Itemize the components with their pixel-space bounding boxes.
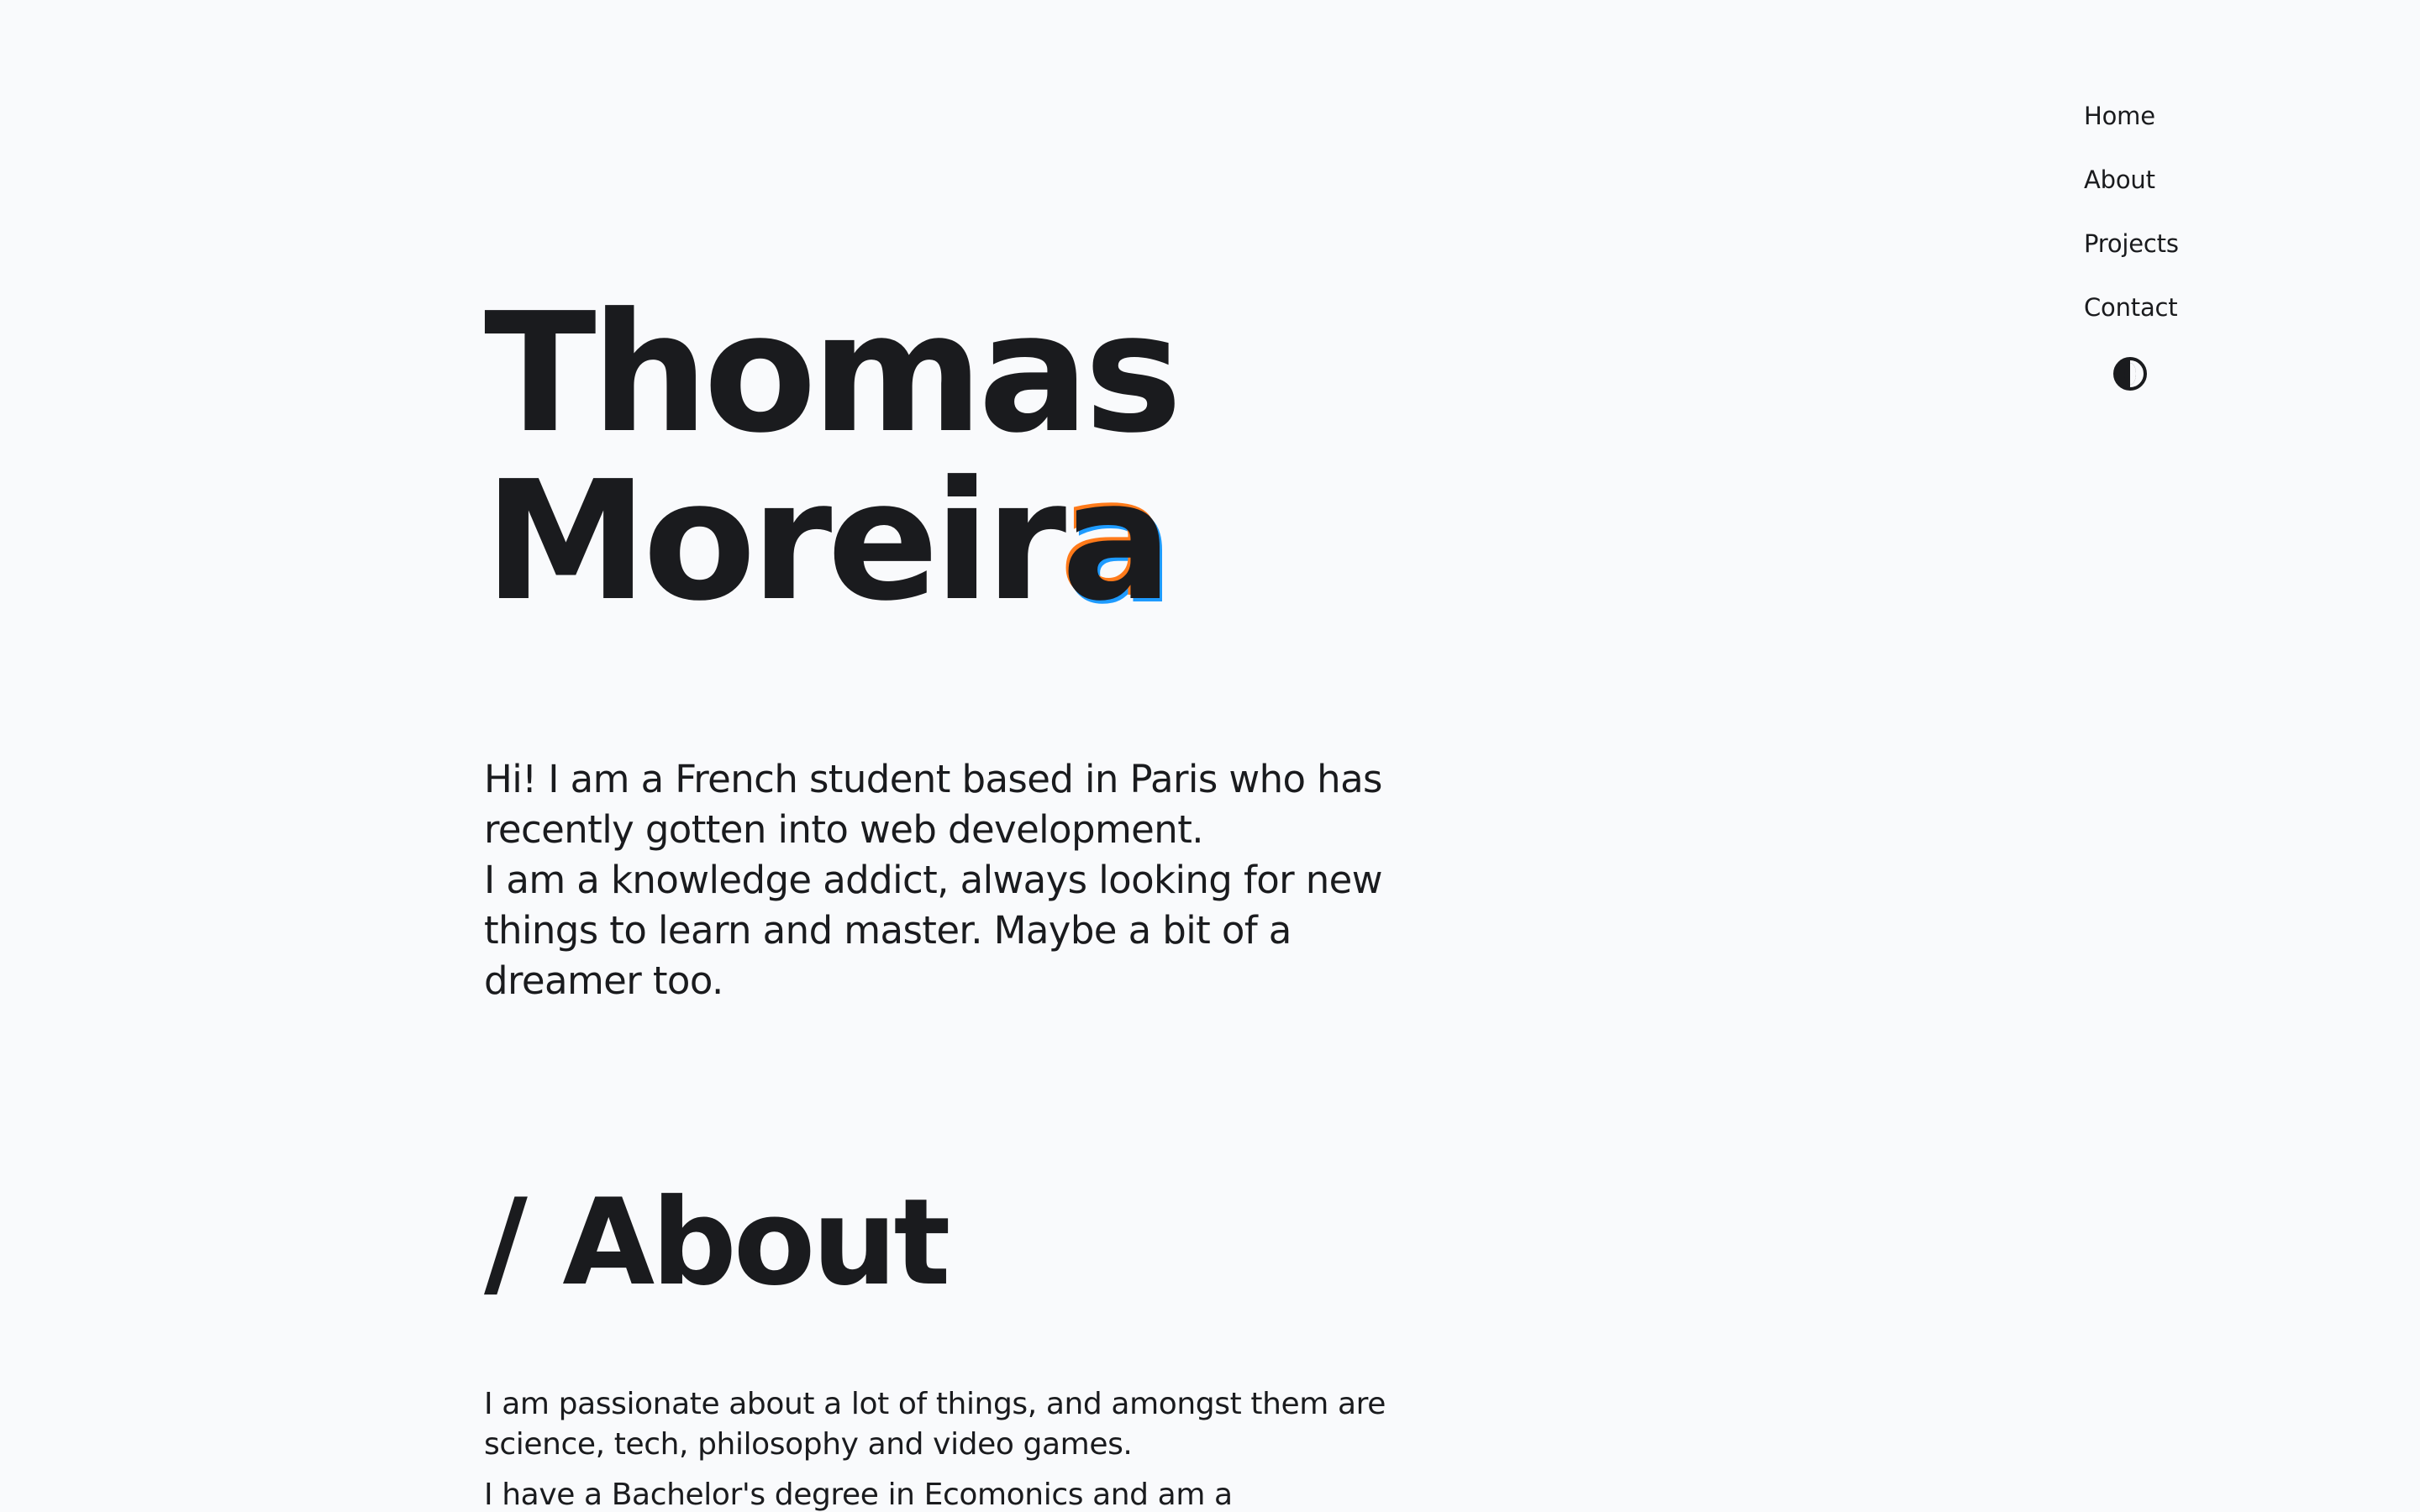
hero-name-accent-letter: a	[1061, 446, 1172, 638]
main-nav: Home About Projects Contact	[2084, 99, 2185, 354]
nav-link-home[interactable]: Home	[2084, 99, 2155, 133]
nav-link-about[interactable]: About	[2084, 163, 2155, 197]
about-paragraph-1: I am passionate about a lot of things, a…	[484, 1387, 1386, 1462]
theme-toggle-button[interactable]	[2112, 356, 2148, 391]
hero-name-first: Thomas	[484, 278, 1182, 470]
page: Home About Projects Contact Thomas Morei…	[0, 0, 2420, 1512]
contrast-icon	[2113, 357, 2147, 391]
hero-intro-line2: I am a knowledge addict, always looking …	[484, 858, 1383, 1003]
hero-name: Thomas Moreira	[484, 278, 1182, 626]
hero-name-last-main: Moreir	[484, 446, 1066, 638]
about-section-text: I am passionate about a lot of things, a…	[484, 1384, 1425, 1512]
nav-link-projects[interactable]: Projects	[2084, 227, 2179, 260]
hero-intro: Hi! I am a French student based in Paris…	[484, 754, 1392, 1006]
nav-link-contact[interactable]: Contact	[2084, 291, 2178, 324]
hero-name-last: Moreira	[484, 458, 1177, 626]
about-paragraph-2: I have a Bachelor's degree in Ecomonics …	[484, 1478, 1233, 1512]
hero-intro-line1: Hi! I am a French student based in Paris…	[484, 757, 1382, 852]
about-section-title: / About	[484, 1173, 950, 1312]
